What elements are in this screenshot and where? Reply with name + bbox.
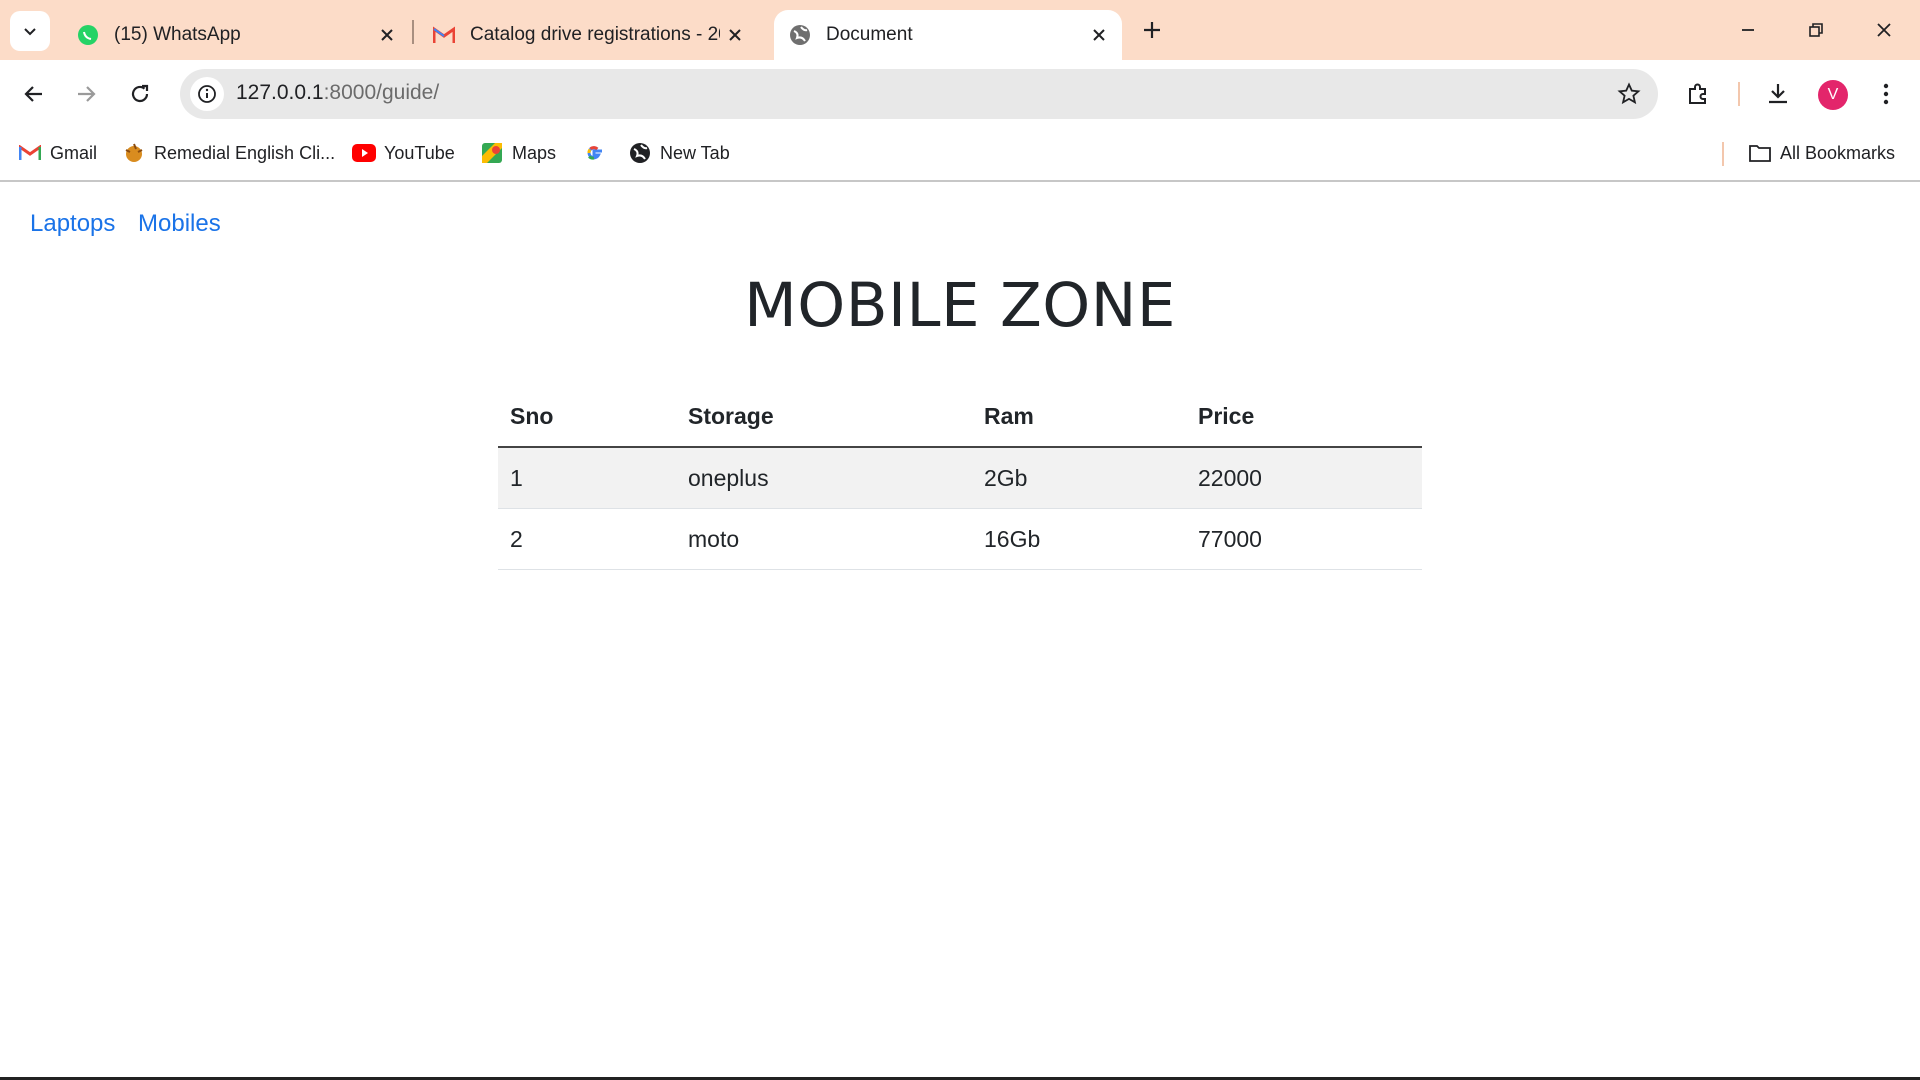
column-header-price: Price [1186,386,1422,448]
bookmark-remedial-english[interactable]: Remedial English Cli... [122,138,335,168]
table-row: 1 oneplus 2Gb 22000 [498,447,1422,509]
site-info-icon[interactable] [190,77,224,111]
cell-price: 22000 [1186,447,1422,509]
page-content: Laptops Mobiles MOBILE ZONE Sno Storage … [0,182,1920,1078]
tab-search-button[interactable] [10,11,50,51]
tab-title: Document [826,24,913,45]
whatsapp-icon [76,23,100,47]
tab-catalog[interactable]: Catalog drive registrations - 20 [418,10,758,60]
bookmark-youtube[interactable]: YouTube [352,138,455,168]
address-bar[interactable]: 127.0.0.1:8000/guide/ [180,69,1658,119]
bookmark-new-tab[interactable]: New Tab [628,138,730,168]
cell-ram: 16Gb [972,508,1186,570]
folder-icon [1748,141,1772,165]
minimize-button[interactable] [1728,14,1768,46]
nav-link-laptops[interactable]: Laptops [30,210,115,238]
bookmark-label: Gmail [50,142,98,163]
mobiles-table: Sno Storage Ram Price 1 oneplus 2Gb 2200… [498,386,1422,570]
puzzle-icon [1689,83,1706,104]
new-tab-button[interactable] [1136,14,1168,46]
bookmark-label: Maps [512,142,557,163]
bookmark-star-icon[interactable] [1614,79,1644,109]
close-icon[interactable] [372,20,402,50]
youtube-icon [352,141,376,165]
bookmark-label: YouTube [384,142,455,163]
all-bookmarks-label: All Bookmarks [1780,142,1896,163]
google-icon [582,141,606,165]
cell-ram: 2Gb [972,447,1186,509]
bookmarks-bar: Gmail Remedial English Cli... YouTube Ma… [0,128,1920,182]
cell-storage: oneplus [676,447,972,509]
profile-avatar[interactable]: V [1818,80,1848,110]
bookmark-label: New Tab [660,142,730,163]
close-icon[interactable] [720,20,750,50]
url-path: :8000/guide/ [323,81,440,104]
column-header-ram: Ram [972,386,1186,448]
chevron-down-icon [24,28,36,36]
url-text[interactable]: 127.0.0.1:8000/guide/ [236,81,439,105]
toolbar-divider [1738,82,1740,106]
reload-button[interactable] [120,74,160,114]
bookmarks-divider [1722,142,1724,166]
cell-price: 77000 [1186,508,1422,570]
menu-button[interactable] [1866,74,1906,114]
download-icon [1769,84,1787,104]
browser-toolbar: 127.0.0.1:8000/guide/ V [0,60,1920,128]
cell-sno: 2 [498,508,676,570]
cell-storage: moto [676,508,972,570]
column-header-sno: Sno [498,386,676,448]
tab-title: (15) WhatsApp [114,24,241,45]
gmail-icon [432,23,456,47]
close-icon [1877,23,1891,37]
arrow-left-icon [24,86,42,102]
maps-icon [480,141,504,165]
reload-icon [131,84,149,103]
page-title: MOBILE ZONE [744,270,1176,341]
table-row: 2 moto 16Gb 77000 [498,508,1422,570]
bookmark-gmail[interactable]: Gmail [18,138,97,168]
close-icon[interactable] [1084,20,1114,50]
bookmark-maps[interactable]: Maps [480,138,556,168]
all-bookmarks-button[interactable]: All Bookmarks [1748,138,1895,168]
globe-icon [628,141,652,165]
plus-icon [1144,22,1160,38]
tab-whatsapp[interactable]: (15) WhatsApp [62,10,410,60]
tab-title: Catalog drive registrations - 20 [470,24,720,45]
url-host: 127.0.0.1 [236,81,324,104]
tab-separator [412,20,414,44]
cell-sno: 1 [498,447,676,509]
close-window-button[interactable] [1864,14,1904,46]
bookmark-google[interactable] [582,138,614,168]
gmail-icon [18,141,42,165]
tab-document[interactable]: Document [774,10,1122,60]
globe-icon [788,23,812,47]
arrow-right-icon [78,86,96,102]
downloads-button[interactable] [1758,74,1798,114]
extensions-button[interactable] [1678,74,1718,114]
bookmark-label: Remedial English Cli... [154,142,336,163]
tab-strip: (15) WhatsApp Catalog drive registration… [0,0,1920,60]
nav-link-mobiles[interactable]: Mobiles [138,210,221,238]
remedial-english-icon [122,141,146,165]
restore-button[interactable] [1796,14,1836,46]
minimize-icon [1742,29,1754,31]
forward-button[interactable] [66,74,106,114]
back-button[interactable] [14,74,54,114]
more-vertical-icon [1883,83,1889,105]
restore-icon [1809,23,1823,37]
table-header-row: Sno Storage Ram Price [498,386,1422,448]
column-header-storage: Storage [676,386,972,448]
